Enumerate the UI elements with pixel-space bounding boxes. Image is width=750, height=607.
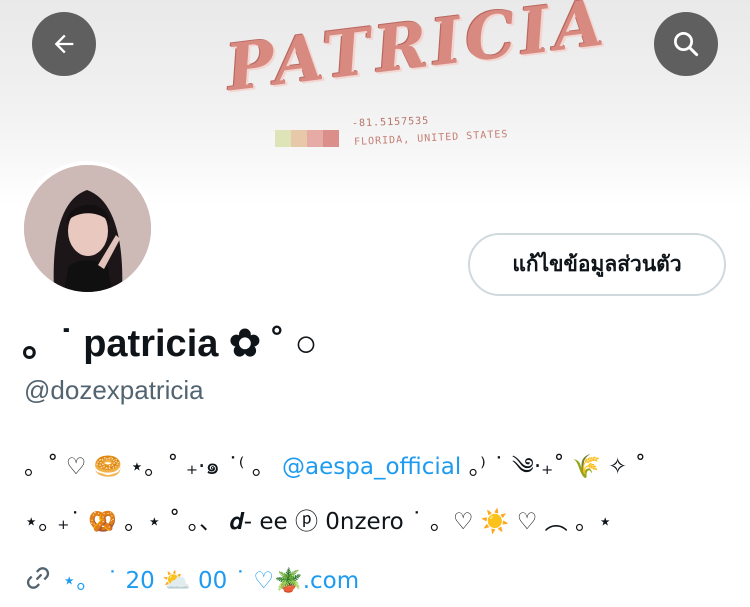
palette-swatch — [323, 130, 339, 147]
bio-text: 。⁾ ˙ ༄‧₊˚ 🌾 ✧ ˚ — [468, 454, 647, 480]
display-name: 。˙ patricia ✿ ˚ ○ — [22, 323, 318, 365]
arrow-left-icon — [54, 34, 74, 54]
avatar-photo — [24, 165, 151, 292]
bio-line: 。˚ ♡ 🥯 ⋆。˚ ₊‧๑ ˙⁽ 。 @aespa_official 。⁾ ˙… — [24, 450, 646, 484]
palette-swatch — [291, 130, 307, 147]
profile-website: ⋆。 ˙ 20 ⛅ 00 ˙ ♡🪴.com — [24, 560, 359, 596]
back-button[interactable] — [32, 12, 96, 76]
search-button[interactable] — [654, 12, 718, 76]
palette-swatch — [307, 130, 323, 147]
banner-location: FLORIDA, UNITED STATES — [353, 128, 509, 149]
link-icon — [24, 562, 56, 594]
bio-line: ⋆｡ ₊˙ 🥨 。⋆ ˚ 。、 𝒅- ee ⓟ 0nzero ˙ 。♡ ☀️ ♡… — [24, 509, 613, 535]
avatar[interactable] — [20, 161, 155, 296]
banner-coordinates: -81.5157535 — [351, 115, 430, 130]
banner-title: PATRICIA — [222, 0, 612, 107]
website-link[interactable]: ⋆。 ˙ 20 ⛅ 00 ˙ ♡🪴.com — [62, 561, 359, 595]
search-icon — [674, 32, 699, 57]
palette-swatch — [275, 130, 291, 147]
bio-text: 。˚ ♡ 🥯 ⋆。˚ ₊‧๑ ˙⁽ 。 — [24, 454, 275, 480]
edit-profile-button[interactable]: แก้ไขข้อมูลส่วนตัว — [468, 233, 726, 296]
color-palette — [275, 130, 339, 147]
mention-link[interactable]: @aespa_official — [282, 454, 461, 480]
user-handle: @dozexpatricia — [24, 375, 204, 405]
